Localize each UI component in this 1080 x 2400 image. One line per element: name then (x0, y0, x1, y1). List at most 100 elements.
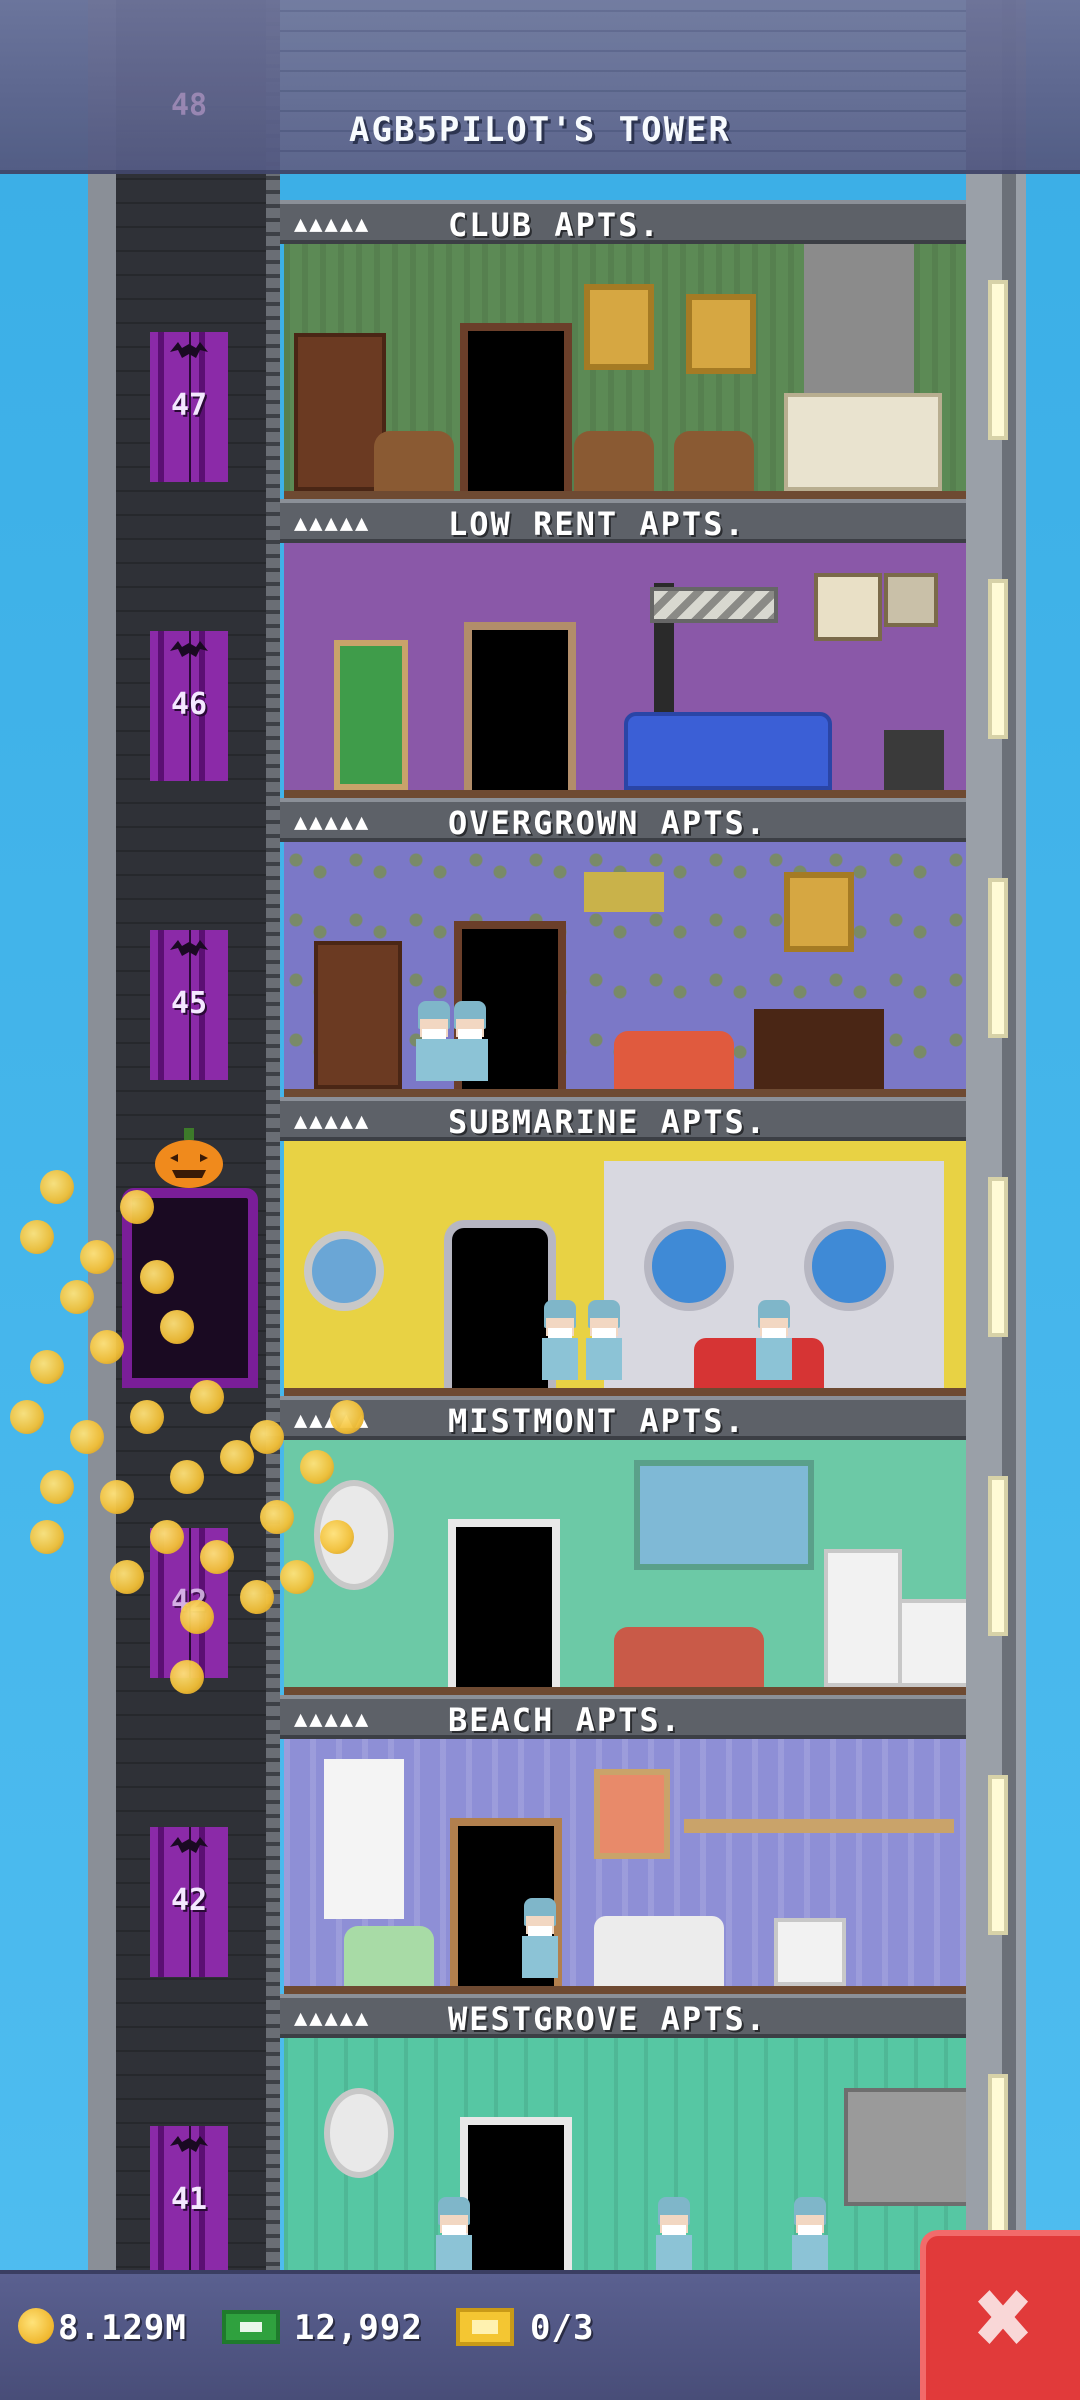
elevator-door-45[interactable]: 45 (150, 930, 228, 1080)
floor-name: CLUB APTS. (448, 206, 661, 244)
blue-sofa (624, 712, 832, 790)
gold-coin-icon (18, 2308, 54, 2344)
bitizen[interactable] (790, 2197, 830, 2277)
coin (30, 1520, 64, 1554)
floor-stars: ▲▲▲▲▲ (294, 2006, 371, 2031)
floor-45[interactable]: ▲▲▲▲▲ OVERGROWN APTS. (280, 798, 966, 1097)
elevator-floor-number: 45 (170, 986, 208, 1021)
red-sofa (614, 1627, 764, 1687)
pumpkin-icon (155, 1128, 223, 1188)
side-light (988, 2074, 1008, 2234)
bitizen[interactable] (520, 1898, 560, 1978)
elevator-rail (266, 0, 280, 2290)
coin (150, 1520, 184, 1554)
room-club (284, 244, 966, 499)
elevator-door-41[interactable]: 41 (150, 2126, 228, 2276)
bitizen[interactable] (434, 2197, 474, 2277)
side-light (988, 1476, 1008, 1636)
old-tv (884, 730, 944, 790)
bitizen[interactable] (450, 1001, 490, 1081)
floor-name: MISTMONT APTS. (448, 1402, 746, 1440)
floor-name: BEACH APTS. (448, 1701, 682, 1739)
bat-icon (170, 940, 208, 956)
floor-header: ▲▲▲▲▲ LOW RENT APTS. (280, 499, 966, 543)
floor-43[interactable]: ▲▲▲▲▲ MISTMONT APTS. (280, 1396, 966, 1695)
coin (220, 1440, 254, 1474)
side-light (988, 579, 1008, 739)
floor-44[interactable]: ▲▲▲▲▲ SUBMARINE APTS. (280, 1097, 966, 1396)
fireplace (754, 1009, 884, 1089)
elevator-floor-number: 41 (170, 2182, 208, 2217)
floor-header: ▲▲▲▲▲ WESTGROVE APTS. (280, 1994, 966, 2038)
side-light (988, 280, 1008, 440)
wall-vent (650, 587, 778, 623)
stove (898, 1599, 966, 1687)
room-overgrown (284, 842, 966, 1097)
tower-title: AGB5PILOT'S TOWER (349, 110, 731, 150)
coin (170, 1660, 204, 1694)
coin (40, 1170, 74, 1204)
coin (190, 1380, 224, 1414)
room-westgrove (284, 2038, 966, 2293)
elevator-door-47[interactable]: 47 (150, 332, 228, 482)
floor-name: SUBMARINE APTS. (448, 1103, 767, 1141)
floor-stars: ▲▲▲▲▲ (294, 1707, 371, 1732)
coin (200, 1540, 234, 1574)
bitizen[interactable] (540, 1300, 580, 1380)
wall-shelf (684, 1819, 954, 1833)
elevator-floor-number: 46 (170, 687, 208, 722)
room-submarine (284, 1141, 966, 1396)
room-mistmont (284, 1440, 966, 1695)
porthole (304, 1231, 384, 1311)
coin (20, 1220, 54, 1254)
bitizen[interactable] (584, 1300, 624, 1380)
coin (80, 1240, 114, 1274)
golden-ticket-icon (456, 2308, 514, 2346)
close-icon (977, 2290, 1029, 2344)
coin (10, 1400, 44, 1434)
floor-header: ▲▲▲▲▲ SUBMARINE APTS. (280, 1097, 966, 1141)
coin (70, 1420, 104, 1454)
floor-header: ▲▲▲▲▲ CLUB APTS. (280, 200, 966, 244)
floor-header: ▲▲▲▲▲ BEACH APTS. (280, 1695, 966, 1739)
bitizen[interactable] (654, 2197, 694, 2277)
floor-stars: ▲▲▲▲▲ (294, 1109, 371, 1134)
side-light (988, 1775, 1008, 1935)
floor-stars: ▲▲▲▲▲ (294, 212, 371, 237)
bat-icon (170, 1837, 208, 1853)
elevator-floor-number: 42 (170, 1883, 208, 1918)
portrait-frame (784, 872, 854, 952)
coin (300, 1450, 334, 1484)
floor-42[interactable]: ▲▲▲▲▲ BEACH APTS. (280, 1695, 966, 1994)
floor-header: ▲▲▲▲▲ OVERGROWN APTS. (280, 798, 966, 842)
elevator-door-42[interactable]: 42 (150, 1827, 228, 1977)
portrait-frame (686, 294, 756, 374)
floor-46[interactable]: ▲▲▲▲▲ LOW RENT APTS. (280, 499, 966, 798)
coins-count: 8.129M (58, 2308, 187, 2348)
close-button[interactable] (920, 2230, 1080, 2400)
elevator-door-46[interactable]: 46 (150, 631, 228, 781)
coin (240, 1580, 274, 1614)
coin (180, 1600, 214, 1634)
window (634, 1460, 814, 1570)
bitizen[interactable] (754, 1300, 794, 1380)
floor-stars: ▲▲▲▲▲ (294, 810, 371, 835)
sunset-painting (594, 1769, 670, 1859)
floor-41[interactable]: ▲▲▲▲▲ WESTGROVE APTS. (280, 1994, 966, 2293)
side-light (988, 1177, 1008, 1337)
coin (100, 1480, 134, 1514)
bux-count: 12,992 (294, 2308, 423, 2348)
bitizen[interactable] (414, 1001, 454, 1081)
bookshelf (314, 941, 402, 1089)
bat-icon (170, 641, 208, 657)
floor-stars: ▲▲▲▲▲ (294, 511, 371, 536)
coin (140, 1260, 174, 1294)
armchair (574, 431, 654, 491)
coin (170, 1460, 204, 1494)
coin (60, 1280, 94, 1314)
fridge (824, 1549, 902, 1687)
armchair (374, 431, 454, 491)
small-bookcase (774, 1918, 846, 1986)
floor-47[interactable]: ▲▲▲▲▲ CLUB APTS. (280, 200, 966, 499)
kitchen-cabinets (844, 2088, 966, 2206)
